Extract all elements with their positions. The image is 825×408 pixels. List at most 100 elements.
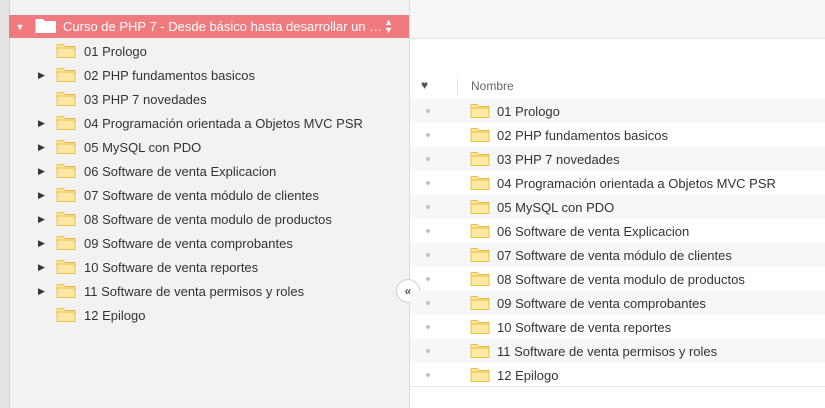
list-bottom-divider: [410, 386, 825, 387]
folder-icon: [56, 162, 76, 182]
list-item[interactable]: 08 Software de venta modulo de productos: [410, 267, 825, 291]
folder-icon: [470, 246, 490, 266]
tree-root-item[interactable]: ▼ Curso de PHP 7 - Desde básico hasta de…: [9, 15, 409, 38]
folder-icon: [470, 270, 490, 290]
list-item-name: 02 PHP fundamentos basicos: [497, 127, 669, 143]
tree-item[interactable]: ▶ 02 PHP fundamentos basicos: [9, 63, 409, 87]
caret-right-icon[interactable]: ▶: [38, 190, 45, 201]
list-item[interactable]: 06 Software de venta Explicacion: [410, 219, 825, 243]
tree-item[interactable]: ▶ 07 Software de venta módulo de clientes: [9, 183, 409, 207]
folder-icon: [56, 258, 76, 278]
list-item-name: 10 Software de venta reportes: [497, 319, 672, 335]
list-item-name: 09 Software de venta comprobantes: [497, 295, 706, 311]
favorite-dot-icon[interactable]: [426, 133, 430, 137]
folder-icon: [470, 174, 490, 194]
folder-tree-panel: ▼ Curso de PHP 7 - Desde básico hasta de…: [0, 0, 410, 408]
folder-icon: [470, 366, 490, 386]
tree-item[interactable]: ▶ 08 Software de venta modulo de producto…: [9, 207, 409, 231]
folder-icon: [56, 306, 76, 326]
list-item-name: 05 MySQL con PDO: [497, 199, 615, 215]
tree-item-label: 05 MySQL con PDO: [84, 139, 202, 155]
tree-item[interactable]: ▶ 11 Software de venta permisos y roles: [9, 279, 409, 303]
list-item-name: 08 Software de venta modulo de productos: [497, 271, 745, 287]
tree-item-label: 06 Software de venta Explicacion: [84, 163, 277, 179]
favorite-dot-icon[interactable]: [426, 157, 430, 161]
list-item[interactable]: 03 PHP 7 novedades: [410, 147, 825, 171]
folder-icon: [35, 17, 57, 37]
tree-item[interactable]: ▶ 06 Software de venta Explicacion: [9, 159, 409, 183]
folder-tree: 01 Prologo ▶ 02 PHP fundamentos basicos 03 …: [9, 39, 409, 327]
list-item-name: 04 Programación orientada a Objetos MVC …: [497, 175, 776, 191]
favorite-dot-icon[interactable]: [426, 301, 430, 305]
caret-right-icon[interactable]: ▶: [38, 286, 45, 297]
tree-item-label: 09 Software de venta comprobantes: [84, 235, 293, 251]
folder-icon: [470, 102, 490, 122]
list-item[interactable]: 01 Prologo: [410, 99, 825, 123]
folder-icon: [470, 342, 490, 362]
list-item[interactable]: 07 Software de venta módulo de clientes: [410, 243, 825, 267]
folder-icon: [470, 318, 490, 338]
tree-item-label: 10 Software de venta reportes: [84, 259, 259, 275]
tree-item-label: 03 PHP 7 novedades: [84, 91, 207, 107]
tree-item[interactable]: 12 Epilogo: [9, 303, 409, 327]
tree-item-label: 08 Software de venta modulo de productos: [84, 211, 332, 227]
favorite-dot-icon[interactable]: [426, 229, 430, 233]
folder-icon: [56, 42, 76, 62]
heart-icon[interactable]: ♥: [421, 78, 428, 92]
folder-icon: [470, 150, 490, 170]
list-item-name: 12 Epilogo: [497, 367, 559, 383]
caret-right-icon[interactable]: ▶: [38, 118, 45, 129]
caret-right-icon[interactable]: ▶: [38, 214, 45, 225]
folder-icon: [470, 198, 490, 218]
folder-icon: [56, 186, 76, 206]
tree-item[interactable]: 03 PHP 7 novedades: [9, 87, 409, 111]
list-item-name: 01 Prologo: [497, 103, 560, 119]
folder-icon: [56, 282, 76, 302]
caret-right-icon[interactable]: ▶: [38, 166, 45, 177]
sort-icon[interactable]: ▲ ▼: [384, 18, 393, 35]
caret-right-icon[interactable]: ▶: [38, 262, 45, 273]
tree-item-label: 07 Software de venta módulo de clientes: [84, 187, 319, 203]
folder-icon: [56, 210, 76, 230]
list-header: ♥ Nombre: [410, 75, 825, 100]
list-item[interactable]: 05 MySQL con PDO: [410, 195, 825, 219]
favorite-dot-icon[interactable]: [426, 277, 430, 281]
list-item[interactable]: 11 Software de venta permisos y roles: [410, 339, 825, 363]
list-item[interactable]: 09 Software de venta comprobantes: [410, 291, 825, 315]
favorite-dot-icon[interactable]: [426, 181, 430, 185]
tree-item[interactable]: ▶ 05 MySQL con PDO: [9, 135, 409, 159]
favorite-dot-icon[interactable]: [426, 253, 430, 257]
favorite-dot-icon[interactable]: [426, 205, 430, 209]
tree-item[interactable]: 01 Prologo: [9, 39, 409, 63]
tree-item-label: 04 Programación orientada a Objetos MVC …: [84, 115, 363, 131]
tree-item-label: 01 Prologo: [84, 43, 147, 59]
favorite-dot-icon[interactable]: [426, 109, 430, 113]
favorite-dot-icon[interactable]: [426, 325, 430, 329]
caret-right-icon[interactable]: ▶: [38, 70, 45, 81]
file-list: 01 Prologo 02 PHP fundamentos basicos 03 P…: [410, 99, 825, 387]
caret-right-icon[interactable]: ▶: [38, 238, 45, 249]
list-item-name: 11 Software de venta permisos y roles: [497, 343, 718, 359]
folder-icon: [56, 138, 76, 158]
list-item[interactable]: 02 PHP fundamentos basicos: [410, 123, 825, 147]
column-header-name[interactable]: Nombre: [471, 79, 514, 93]
list-item[interactable]: 10 Software de venta reportes: [410, 315, 825, 339]
folder-icon: [470, 126, 490, 146]
tree-item[interactable]: ▶ 10 Software de venta reportes: [9, 255, 409, 279]
caret-down-icon[interactable]: ▼: [13, 22, 27, 32]
caret-right-icon[interactable]: ▶: [38, 142, 45, 153]
tree-root-label: Curso de PHP 7 - Desde básico hasta desa…: [63, 19, 383, 34]
tree-item-label: 11 Software de venta permisos y roles: [84, 283, 305, 299]
tree-item-label: 02 PHP fundamentos basicos: [84, 67, 256, 83]
tree-item[interactable]: ▶ 04 Programación orientada a Objetos MVC…: [9, 111, 409, 135]
folder-icon: [56, 114, 76, 134]
right-toolbar-area: [410, 0, 825, 39]
list-item[interactable]: 04 Programación orientada a Objetos MVC …: [410, 171, 825, 195]
tree-item[interactable]: ▶ 09 Software de venta comprobantes: [9, 231, 409, 255]
list-item[interactable]: 12 Epilogo: [410, 363, 825, 387]
list-item-name: 03 PHP 7 novedades: [497, 151, 620, 167]
folder-icon: [56, 66, 76, 86]
list-item-name: 07 Software de venta módulo de clientes: [497, 247, 732, 263]
favorite-dot-icon[interactable]: [426, 349, 430, 353]
favorite-dot-icon[interactable]: [426, 373, 430, 377]
